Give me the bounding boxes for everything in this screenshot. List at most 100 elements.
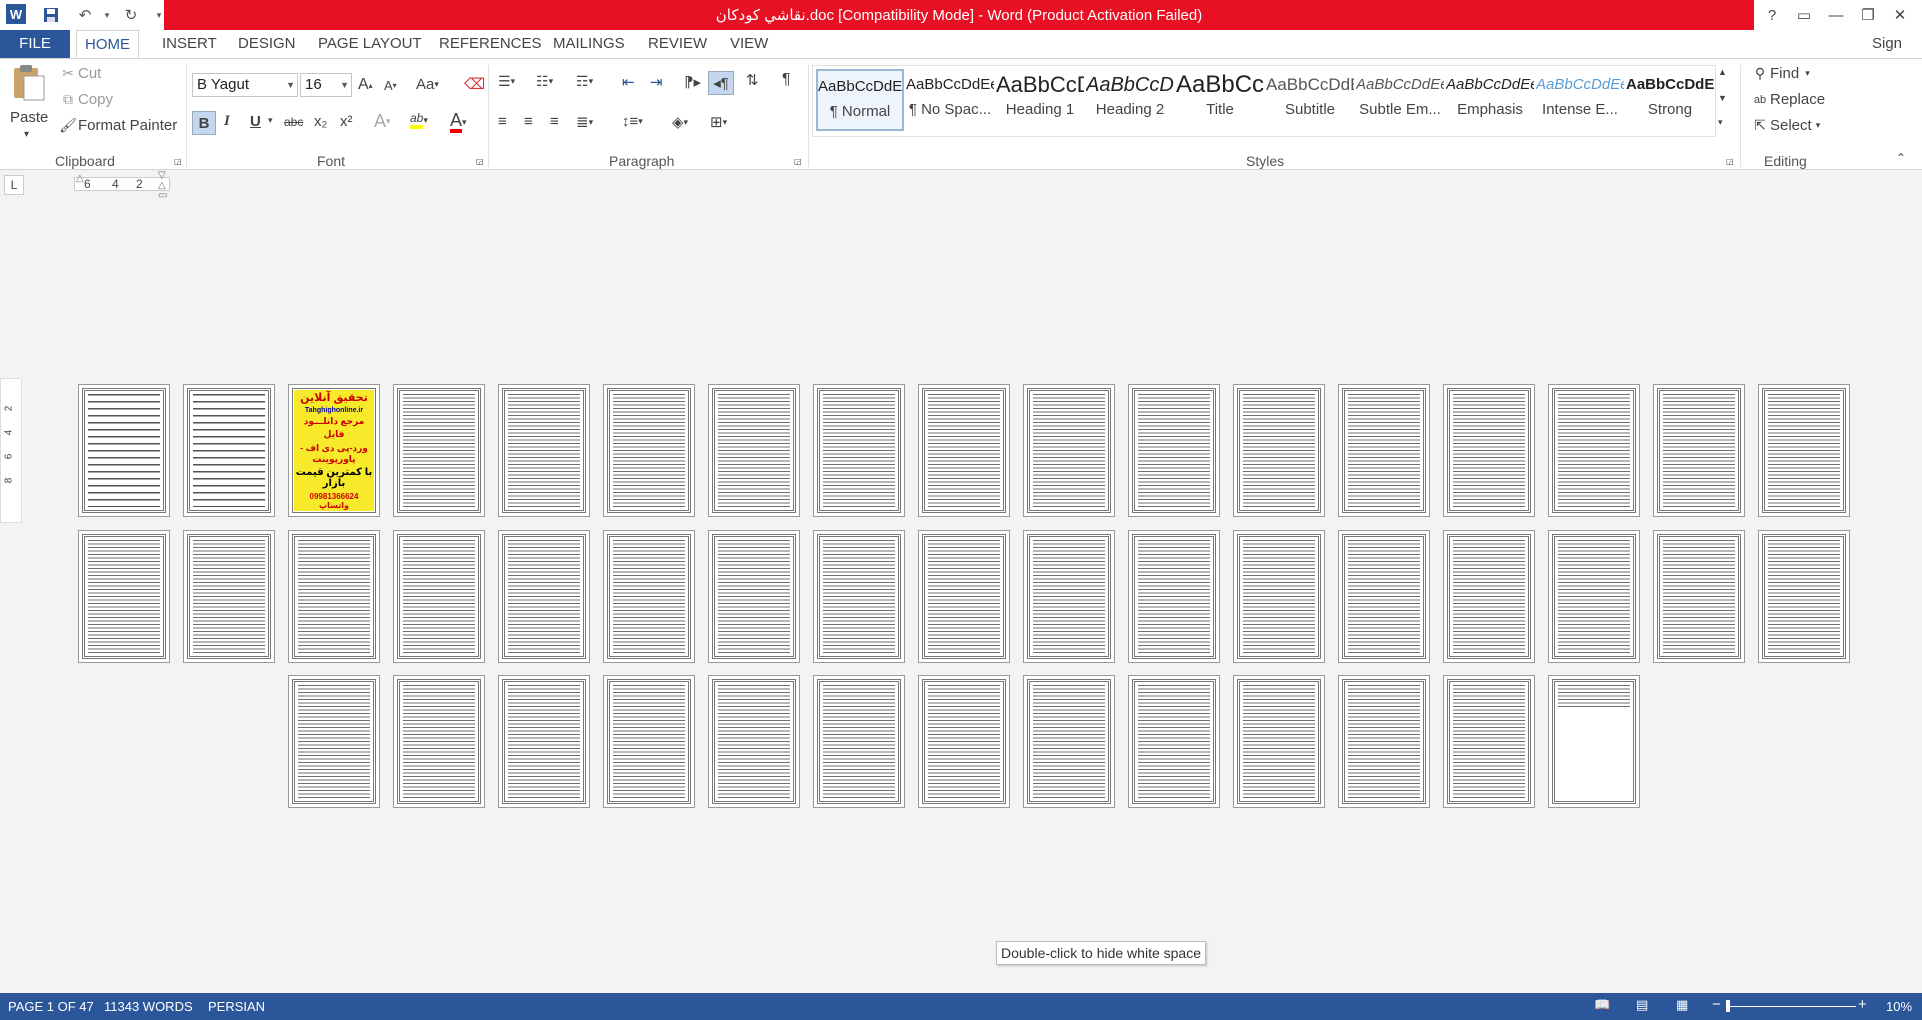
style-title[interactable]: AaBbCcDdEe Title bbox=[1176, 69, 1264, 131]
tab-page-layout[interactable]: PAGE LAYOUT bbox=[310, 30, 430, 58]
page-thumbnail[interactable] bbox=[1233, 675, 1325, 808]
zoom-slider[interactable] bbox=[1730, 1006, 1856, 1007]
left-indent-marker[interactable]: △ bbox=[76, 173, 84, 184]
highlight-button[interactable]: ab ▾ bbox=[410, 111, 428, 129]
styles-more-icon[interactable]: ▾ bbox=[1718, 117, 1723, 128]
page-thumbnail[interactable] bbox=[1338, 384, 1430, 517]
page-thumbnail[interactable] bbox=[1023, 675, 1115, 808]
page-thumbnail[interactable] bbox=[603, 530, 695, 663]
paragraph-launcher-icon[interactable]: ◲ bbox=[794, 157, 802, 166]
multilevel-list-button[interactable]: ☶ ▾ bbox=[576, 73, 593, 90]
page-thumbnail[interactable] bbox=[1128, 530, 1220, 663]
redo-icon[interactable]: ↻ bbox=[120, 4, 142, 26]
page-indicator[interactable]: PAGE 1 OF 47 bbox=[8, 999, 94, 1014]
paste-dropdown-icon[interactable]: ▾ bbox=[24, 129, 29, 140]
subscript-button[interactable]: x₂ bbox=[314, 113, 327, 130]
undo-icon[interactable]: ↶ bbox=[74, 4, 96, 26]
styles-scroll-down-icon[interactable]: ▼ bbox=[1718, 93, 1727, 103]
page-thumbnail[interactable] bbox=[1233, 384, 1325, 517]
zoom-in-icon[interactable]: + bbox=[1858, 996, 1867, 1013]
decrease-indent-button[interactable]: ⇤ bbox=[622, 73, 635, 91]
rtl-button[interactable]: ◂¶ bbox=[708, 71, 734, 95]
page-thumbnail[interactable] bbox=[1023, 530, 1115, 663]
increase-indent-button[interactable]: ⇥ bbox=[650, 73, 663, 91]
print-layout-icon[interactable]: ▤ bbox=[1636, 997, 1648, 1013]
find-button[interactable]: ⚲ Find ▾ bbox=[1750, 65, 1810, 82]
font-launcher-icon[interactable]: ◲ bbox=[476, 157, 484, 166]
page-thumbnail[interactable] bbox=[1443, 675, 1535, 808]
close-button[interactable]: ✕ bbox=[1884, 0, 1916, 30]
maximize-button[interactable]: ❐ bbox=[1852, 0, 1884, 30]
tab-insert[interactable]: INSERT bbox=[154, 30, 225, 58]
page-thumbnail[interactable] bbox=[708, 675, 800, 808]
clipboard-launcher-icon[interactable]: ◲ bbox=[174, 157, 182, 166]
page-thumbnail[interactable] bbox=[813, 675, 905, 808]
tab-review[interactable]: REVIEW bbox=[640, 30, 715, 58]
styles-launcher-icon[interactable]: ◲ bbox=[1726, 157, 1734, 166]
tab-mailings[interactable]: MAILINGS bbox=[545, 30, 633, 58]
page-thumbnail[interactable] bbox=[393, 530, 485, 663]
italic-button[interactable]: I bbox=[224, 113, 230, 130]
page-thumbnail[interactable] bbox=[183, 384, 275, 517]
page-thumbnail[interactable] bbox=[1233, 530, 1325, 663]
page-thumbnail[interactable] bbox=[1653, 530, 1745, 663]
select-button[interactable]: ⇱ Select ▾ bbox=[1750, 117, 1820, 134]
ribbon-display-options-button[interactable]: ▭ bbox=[1788, 0, 1820, 30]
page-thumbnail[interactable] bbox=[1443, 530, 1535, 663]
page-thumbnail[interactable] bbox=[918, 530, 1010, 663]
page-thumbnail[interactable] bbox=[603, 384, 695, 517]
sign-in-link[interactable]: Sign in bbox=[1864, 30, 1922, 80]
page-thumbnail[interactable] bbox=[1023, 384, 1115, 517]
page-thumbnail[interactable]: تحقیق آنلاین Tahghighonline.ir مرجع دانلــ… bbox=[288, 384, 380, 517]
page-thumbnail[interactable] bbox=[1653, 384, 1745, 517]
save-icon[interactable] bbox=[40, 4, 62, 26]
font-name-combo[interactable]: B Yagut ▼ bbox=[192, 73, 298, 97]
page-thumbnail[interactable] bbox=[918, 675, 1010, 808]
align-left-button[interactable]: ≡ bbox=[498, 113, 507, 130]
paste-icon[interactable] bbox=[10, 63, 50, 103]
text-effects-button[interactable]: A ▾ bbox=[374, 111, 391, 132]
style-strong[interactable]: AaBbCcDdEe Strong bbox=[1626, 69, 1714, 131]
language-indicator[interactable]: PERSIAN bbox=[208, 999, 265, 1014]
web-layout-icon[interactable]: ▦ bbox=[1676, 997, 1688, 1013]
page-thumbnail[interactable] bbox=[1548, 530, 1640, 663]
justify-button[interactable]: ≣ ▾ bbox=[576, 113, 593, 131]
show-formatting-button[interactable]: ¶ bbox=[782, 71, 791, 89]
page-thumbnail[interactable] bbox=[708, 530, 800, 663]
page-thumbnail[interactable] bbox=[708, 384, 800, 517]
page-thumbnail[interactable] bbox=[603, 675, 695, 808]
line-spacing-button[interactable]: ↕≡ ▾ bbox=[622, 113, 643, 130]
style-emphasis[interactable]: AaBbCcDdEe Emphasis bbox=[1446, 69, 1534, 131]
font-size-combo[interactable]: 16 ▼ bbox=[300, 73, 352, 97]
style-heading-2[interactable]: AaBbCcDdEe Heading 2 bbox=[1086, 69, 1174, 131]
bold-button[interactable]: B bbox=[192, 111, 216, 135]
zoom-level[interactable]: 10% bbox=[1886, 999, 1912, 1014]
page-thumbnail[interactable] bbox=[1548, 384, 1640, 517]
tab-stop-selector[interactable]: L bbox=[4, 175, 24, 195]
style-subtle-emphasis[interactable]: AaBbCcDdEe Subtle Em... bbox=[1356, 69, 1444, 131]
zoom-out-icon[interactable]: − bbox=[1712, 996, 1721, 1013]
read-mode-icon[interactable]: 📖 bbox=[1594, 997, 1610, 1013]
page-thumbnail[interactable] bbox=[1758, 384, 1850, 517]
page-thumbnail[interactable] bbox=[288, 675, 380, 808]
page-thumbnail[interactable] bbox=[288, 530, 380, 663]
paste-button[interactable]: Paste bbox=[10, 109, 48, 126]
collapse-ribbon-icon[interactable]: ⌃ bbox=[1896, 151, 1906, 165]
style-no-spacing[interactable]: AaBbCcDdEe ¶ No Spac... bbox=[906, 69, 994, 131]
bullets-button[interactable]: ☰ ▾ bbox=[498, 73, 515, 90]
styles-scroll-up-icon[interactable]: ▲ bbox=[1718, 67, 1727, 77]
page-thumbnail[interactable] bbox=[393, 675, 485, 808]
copy-button[interactable]: ⧉ Copy bbox=[58, 91, 113, 108]
underline-button[interactable]: U bbox=[250, 113, 261, 130]
format-painter-button[interactable]: 🖌 Format Painter bbox=[58, 117, 177, 134]
strikethrough-button[interactable]: abc bbox=[284, 115, 303, 129]
clear-formatting-button[interactable]: ⌫ bbox=[464, 75, 485, 93]
shading-button[interactable]: ◈ ▾ bbox=[672, 113, 688, 131]
ltr-button[interactable]: ⁋▸ bbox=[684, 73, 701, 91]
cut-button[interactable]: ✂ Cut bbox=[58, 65, 101, 82]
page-thumbnail[interactable] bbox=[78, 530, 170, 663]
zoom-slider-thumb[interactable] bbox=[1726, 1000, 1730, 1012]
tab-view[interactable]: VIEW bbox=[722, 30, 776, 58]
document-canvas[interactable]: 2 4 6 8 تحقیق آنلاین Tahghighonline.ir مرج… bbox=[0, 201, 1922, 993]
page-thumbnail[interactable] bbox=[183, 530, 275, 663]
